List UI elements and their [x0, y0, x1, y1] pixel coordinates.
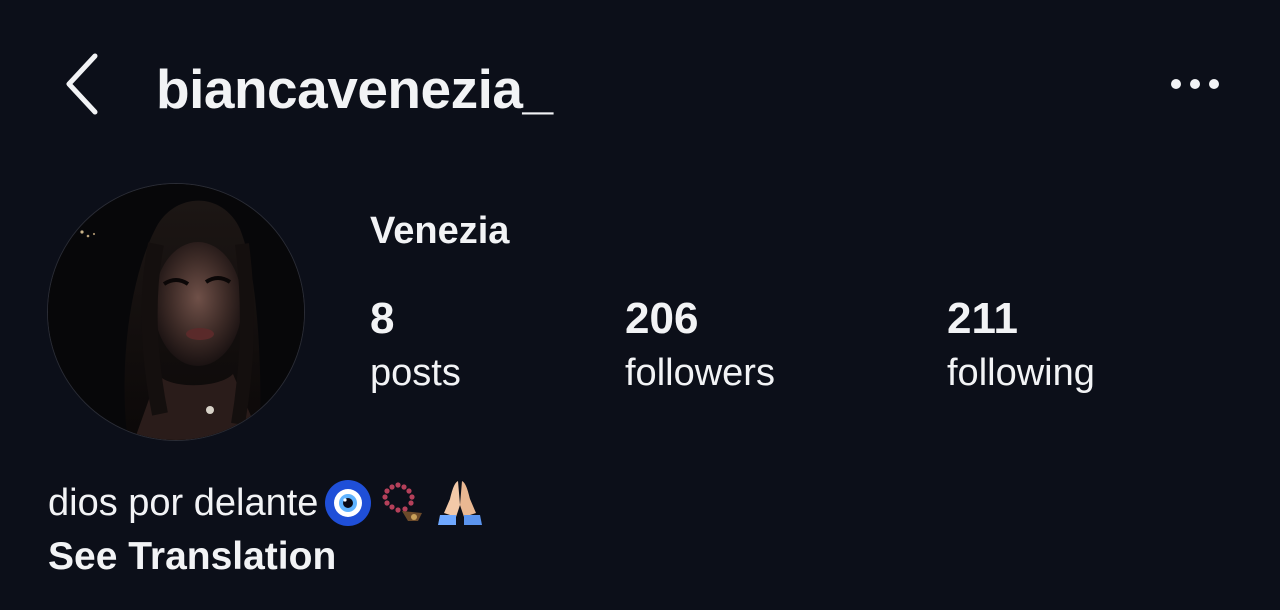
profile-photo: [48, 184, 304, 440]
prayer-beads-emoji: [378, 477, 430, 529]
chevron-left-icon: [63, 51, 103, 122]
see-translation-link[interactable]: See Translation: [48, 530, 336, 584]
folded-hands-emoji: [434, 477, 486, 529]
more-options-button[interactable]: [1162, 66, 1228, 106]
bio: dios por delante: [48, 476, 486, 530]
avatar[interactable]: [48, 184, 304, 440]
posts-label: posts: [370, 352, 461, 394]
nazar-amulet-emoji: [322, 477, 374, 529]
back-button[interactable]: [58, 52, 108, 120]
followers-label: followers: [625, 352, 775, 394]
posts-count: 8: [370, 294, 395, 343]
following-label: following: [947, 352, 1095, 394]
followers-stat[interactable]: 206 followers: [625, 292, 775, 400]
profile-username: biancavenezia_: [156, 58, 553, 120]
following-count: 211: [947, 294, 1018, 343]
posts-stat[interactable]: 8 posts: [370, 292, 461, 400]
followers-count: 206: [625, 294, 699, 343]
more-horizontal-icon: [1170, 77, 1220, 95]
following-stat[interactable]: 211 following: [947, 292, 1095, 400]
display-name: Venezia: [370, 210, 510, 252]
bio-text: dios por delante: [48, 482, 319, 524]
